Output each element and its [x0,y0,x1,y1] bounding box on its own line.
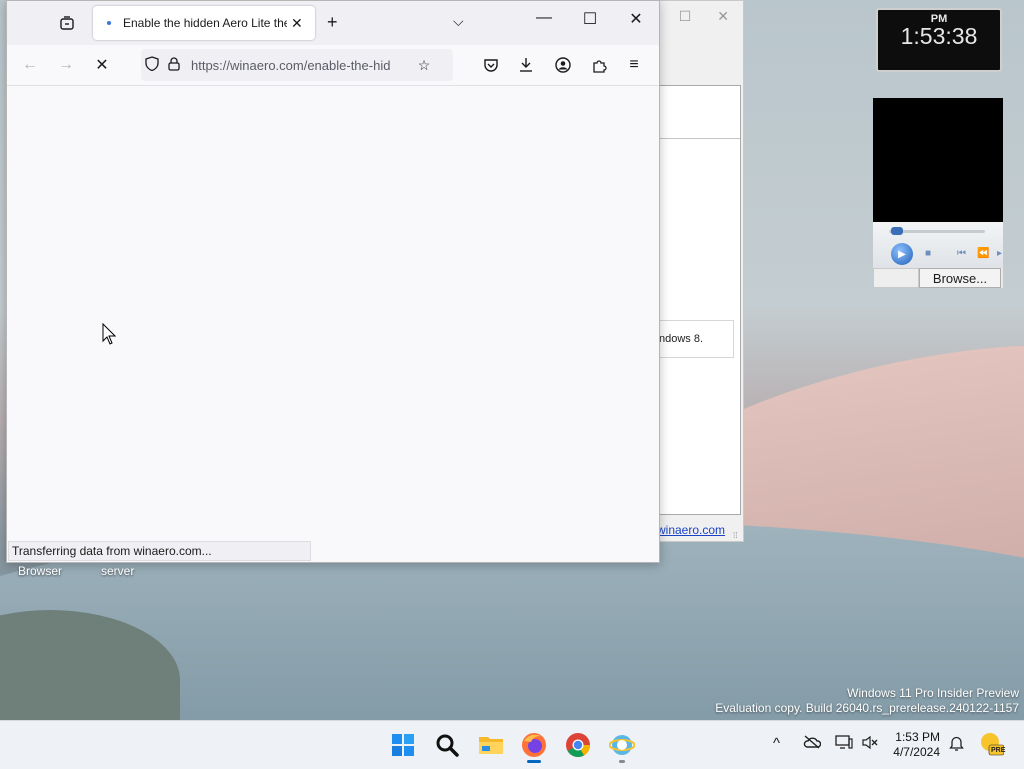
clock-gadget: PM 1:53:38 [876,8,1002,72]
close-window-icon[interactable]: ✕ [621,9,651,29]
background-window[interactable]: ☐ ✕ ndows 8. winaero.com ⁞⁞ [656,0,744,542]
desktop-icon-label-browser[interactable]: Browser [18,564,62,578]
media-player-gadget: ▶ ■ ⏮ ⏪ ▸ Browse... [873,98,1003,288]
url-text: https://winaero.com/enable-the-hid [191,57,391,73]
extensions-icon[interactable] [587,54,611,76]
new-tab-icon[interactable]: + [327,12,338,33]
downloads-icon[interactable] [514,54,538,76]
minimize-icon[interactable]: — [529,9,559,27]
display-icon[interactable] [835,735,853,754]
ie-running-indicator [619,760,625,763]
nav-bar: ← → ✕ https://winaero.com/enable-the-hid… [7,45,659,86]
stop-loading-icon[interactable]: ✕ [90,54,114,76]
page-content[interactable] [7,86,659,542]
close-tab-icon[interactable]: ✕ [291,15,303,32]
media-file-field[interactable] [873,268,919,288]
notification-bell-icon[interactable] [949,735,964,755]
desktop-icon-label-server[interactable]: server [101,564,134,578]
background-window-titlebar: ☐ ✕ [657,1,743,31]
volume-mute-icon[interactable] [862,735,878,754]
insider-badge-text: PRE [991,747,1006,754]
hamburger-menu-icon[interactable]: ≡ [622,54,646,76]
list-all-tabs-icon[interactable]: ⌵ [453,13,464,30]
chevron-up-icon[interactable]: ^ [773,735,780,752]
watermark-line-2: Evaluation copy. Build 26040.rs_prerelea… [715,701,1019,715]
active-tab[interactable]: Enable the hidden Aero Lite the ✕ [93,6,315,40]
taskbar-time: 1:53 PM [895,730,940,744]
play-icon[interactable]: ▶ [891,243,913,265]
watermark-line-1: Windows 11 Pro Insider Preview [847,686,1019,700]
maximize-icon[interactable]: ☐ [679,8,692,25]
ie-icon[interactable] [608,731,636,759]
taskbar: ^ 1:53 PM 4/7/2024 PRE [0,720,1024,769]
taskbar-date: 4/7/2024 [893,745,940,759]
tab-bar: Enable the hidden Aero Lite the ✕ + ⌵ — … [7,1,659,45]
rewind-icon[interactable]: ⏪ [977,248,989,259]
clock-time: 1:53:38 [900,23,978,49]
taskbar-clock[interactable]: 1:53 PM 4/7/2024 [888,730,940,760]
media-screen [873,98,1003,222]
background-window-panel: ndows 8. [657,85,741,515]
evaluation-watermark: Windows 11 Pro Insider Preview Evaluatio… [715,686,1019,716]
firefox-window[interactable]: Enable the hidden Aero Lite the ✕ + ⌵ — … [6,0,660,563]
winaero-link[interactable]: winaero.com [657,523,725,537]
bookmark-star-icon[interactable]: ☆ [413,57,435,74]
tracking-protection-shield-icon[interactable] [141,56,163,74]
seek-bar[interactable] [889,230,985,233]
pocket-icon[interactable] [479,54,503,76]
maximize-icon[interactable]: ☐ [575,9,605,29]
previous-icon[interactable]: ⏮ [957,248,966,259]
onedrive-icon[interactable] [803,735,822,753]
start-icon[interactable] [389,731,417,759]
seek-thumb[interactable] [891,227,903,235]
resize-grip-icon[interactable]: ⁞⁞ [733,531,741,540]
firefox-view-icon[interactable] [57,13,77,33]
close-icon[interactable]: ✕ [717,8,729,25]
browse-button[interactable]: Browse... [919,268,1001,288]
firefox-active-indicator [527,760,541,763]
lock-icon[interactable] [163,56,185,74]
text-box: ndows 8. [658,320,734,358]
search-icon[interactable] [433,731,461,759]
stop-icon[interactable]: ■ [925,248,931,259]
divider [658,138,740,139]
media-controls: ▶ ■ ⏮ ⏪ ▸ [873,222,1003,268]
back-arrow-icon[interactable]: ← [18,54,42,76]
loading-dot-icon [107,21,111,25]
box-text: ndows 8. [659,333,704,345]
account-icon[interactable] [551,54,575,76]
media-bottom-bar: Browse... [873,268,1003,288]
tab-title: Enable the hidden Aero Lite the [123,16,287,30]
url-bar[interactable]: https://winaero.com/enable-the-hid ☆ [141,49,453,81]
insider-pre-icon[interactable]: PRE [980,731,1006,761]
mouse-cursor-icon [102,323,116,345]
chrome-icon[interactable] [564,731,592,759]
next-icon[interactable]: ▸ [997,248,1002,259]
status-panel: Transferring data from winaero.com... [8,541,311,561]
forward-arrow-icon[interactable]: → [54,54,78,76]
file-explorer-icon[interactable] [477,731,505,759]
firefox-icon[interactable] [520,731,548,759]
